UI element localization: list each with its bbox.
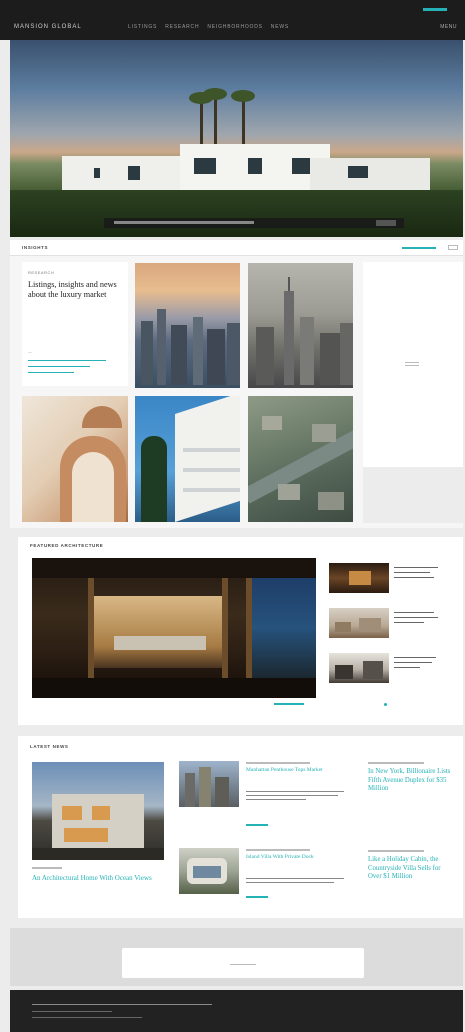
footer-copyright [32, 1017, 142, 1018]
menu-button[interactable]: MENU [440, 24, 457, 30]
featured-thumb-1-caption[interactable] [394, 565, 448, 582]
image-kitchen-counter [114, 636, 206, 650]
villa-window [194, 158, 216, 174]
insight-tile-modern-building[interactable] [135, 396, 240, 522]
image-floor [32, 678, 316, 698]
newsletter-link[interactable] [230, 964, 256, 965]
hero-caption-bar [104, 218, 404, 228]
palm-canopy [231, 90, 255, 102]
intro-card: RESEARCH Listings, insights and news abo… [22, 262, 128, 386]
intro-heading: Listings, insights and news about the lu… [28, 280, 117, 299]
hero-image[interactable] [10, 40, 463, 237]
news-main-image[interactable] [32, 762, 164, 860]
sign-in-link[interactable] [423, 8, 447, 11]
nav-item-listings[interactable]: LISTINGS [128, 24, 157, 30]
insight-tile-new-york[interactable] [248, 263, 353, 388]
news-right1-headline[interactable]: In New York, Billionaire Lists Fifth Ave… [368, 768, 454, 794]
news-main-headline[interactable]: An Architectural Home With Ocean Views [32, 874, 168, 883]
grid-filler [363, 467, 463, 523]
news-mid1-summary [246, 789, 346, 803]
insight-tile-arches[interactable] [22, 396, 128, 522]
insights-section-header: INSIGHTS [10, 240, 463, 256]
image-beam [222, 578, 228, 678]
carousel-dot[interactable] [384, 703, 387, 706]
site-footer [10, 990, 463, 1032]
villa-window [94, 168, 100, 178]
latest-news-title: LATEST NEWS [30, 744, 69, 749]
house-ground [32, 848, 164, 860]
news-mid2-summary [246, 876, 346, 886]
news-mid2-kicker [246, 849, 310, 851]
news-mid1-image[interactable] [179, 761, 239, 807]
intro-more-label: — [28, 350, 33, 354]
featured-thumb-2-caption[interactable] [394, 610, 448, 627]
news-main-kicker [32, 867, 62, 869]
news-right2-kicker [368, 850, 424, 852]
insight-tile-city-aerial[interactable] [248, 396, 353, 522]
house-window [64, 828, 108, 842]
featured-thumb-2[interactable] [329, 608, 389, 638]
image-ceiling [32, 558, 316, 578]
intro-kicker: RESEARCH [28, 270, 55, 275]
news-mid2-headline[interactable]: Island Villa With Private Dock [246, 854, 352, 861]
featured-section-title: FEATURED ARCHITECTURE [30, 543, 104, 548]
view-all-link[interactable] [274, 703, 304, 705]
image-interior [92, 596, 222, 668]
news-right1-kicker [368, 762, 424, 764]
newsletter-strip [10, 928, 463, 986]
see-all-link[interactable] [402, 247, 436, 249]
villa-wing-right [310, 158, 430, 190]
nav-item-neighborhoods[interactable]: NEIGHBORHOODS [207, 24, 262, 30]
news-mid1-more-link[interactable] [246, 824, 268, 826]
featured-thumb-3-caption[interactable] [394, 655, 448, 672]
insights-section-title: INSIGHTS [22, 245, 49, 250]
footer-links[interactable] [32, 1004, 212, 1005]
news-mid2-image[interactable] [179, 848, 239, 894]
news-mid1-headline[interactable]: Manhattan Penthouse Tops Market [246, 767, 352, 774]
house-window [62, 806, 82, 820]
carousel-next-panel[interactable] [363, 262, 463, 467]
footer-legal [32, 1011, 112, 1012]
insight-tile-hong-kong[interactable] [135, 263, 240, 388]
newsletter-box[interactable] [122, 948, 364, 978]
villa-window [248, 158, 262, 174]
image-window-view [250, 578, 316, 678]
news-right2-headline[interactable]: Like a Holiday Cabin, the Countryside Vi… [368, 856, 454, 882]
intro-link[interactable] [28, 358, 118, 373]
featured-thumb-1[interactable] [329, 563, 389, 593]
nav-item-research[interactable]: RESEARCH [165, 24, 199, 30]
main-nav: LISTINGS RESEARCH NEIGHBORHOODS NEWS [128, 24, 289, 30]
hero-caption [114, 221, 254, 224]
news-mid1-kicker [246, 762, 310, 764]
image-beam [88, 578, 94, 678]
villa-window [292, 158, 310, 174]
villa-window [128, 166, 140, 180]
hero-foreground-shrubs [10, 190, 463, 237]
house-window [92, 806, 110, 820]
chevron-right-icon[interactable] [405, 362, 419, 366]
site-logo[interactable]: MANSION GLOBAL [14, 24, 82, 30]
nav-item-news[interactable]: NEWS [271, 24, 289, 30]
featured-thumb-3[interactable] [329, 653, 389, 683]
toggle-icon[interactable] [448, 245, 458, 250]
image-beam [246, 578, 252, 678]
featured-main-image[interactable] [32, 558, 316, 698]
villa-window [348, 166, 368, 178]
top-navigation-bar: MANSION GLOBAL LISTINGS RESEARCH NEIGHBO… [0, 0, 465, 40]
palm-canopy [203, 88, 227, 100]
hero-caption-button[interactable] [376, 220, 396, 226]
news-mid2-more-link[interactable] [246, 896, 268, 898]
